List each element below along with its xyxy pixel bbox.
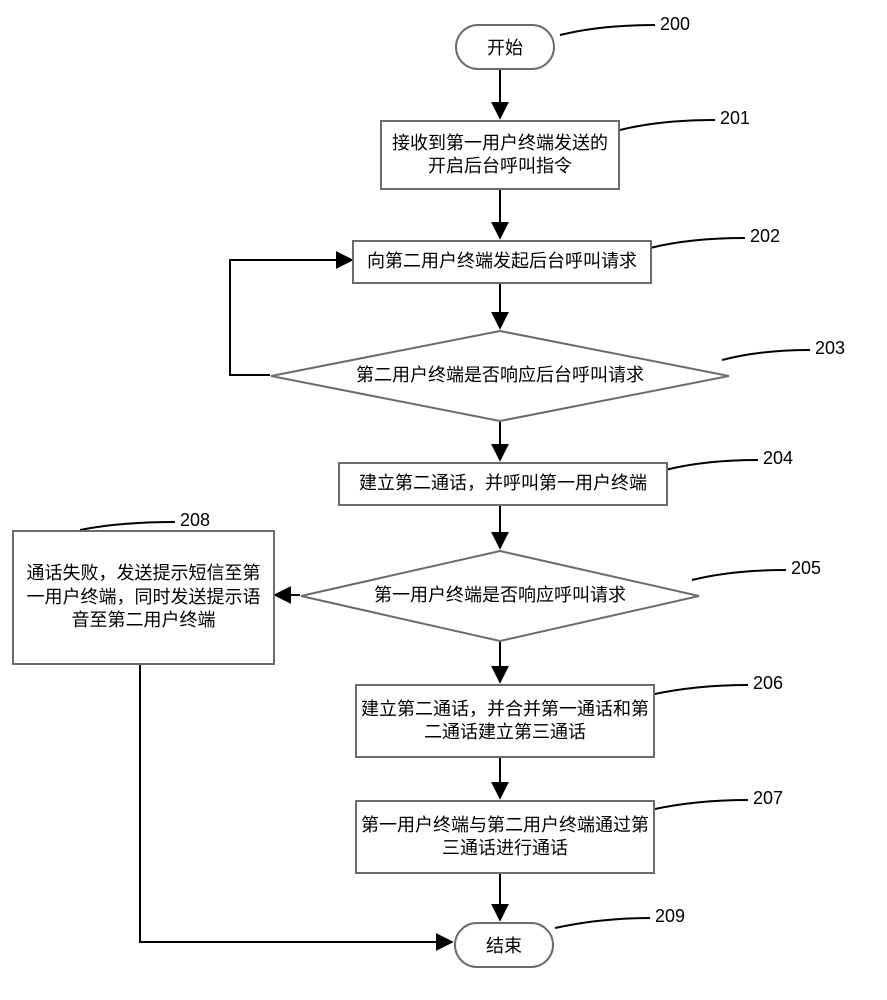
ref-206: 206 (753, 673, 783, 694)
flowchart-canvas: 开始 接收到第一用户终端发送的开启后台呼叫指令 向第二用户终端发起后台呼叫请求 … (0, 0, 887, 1000)
step-202-text: 向第二用户终端发起后台呼叫请求 (367, 250, 637, 273)
end-label: 结束 (486, 932, 522, 958)
ref-204: 204 (763, 448, 793, 469)
ref-201: 201 (720, 108, 750, 129)
ref-209: 209 (655, 906, 685, 927)
decision-205-text: 第一用户终端是否响应呼叫请求 (374, 585, 626, 607)
decision-205: 第一用户终端是否响应呼叫请求 (300, 550, 700, 642)
ref-200: 200 (660, 14, 690, 35)
start-label: 开始 (487, 34, 523, 60)
start-terminator: 开始 (455, 24, 555, 70)
step-208: 通话失败，发送提示短信至第一用户终端，同时发送提示语音至第二用户终端 (12, 530, 275, 665)
step-201: 接收到第一用户终端发送的开启后台呼叫指令 (380, 120, 620, 190)
step-207-text: 第一用户终端与第二用户终端通过第三通话进行通话 (361, 814, 649, 861)
ref-208: 208 (180, 510, 210, 531)
decision-203: 第二用户终端是否响应后台呼叫请求 (270, 330, 730, 422)
decision-203-text: 第二用户终端是否响应后台呼叫请求 (356, 365, 644, 387)
step-208-text: 通话失败，发送提示短信至第一用户终端，同时发送提示语音至第二用户终端 (18, 562, 269, 632)
step-204: 建立第二通话，并呼叫第一用户终端 (338, 462, 668, 506)
step-202: 向第二用户终端发起后台呼叫请求 (352, 240, 652, 284)
end-terminator: 结束 (454, 922, 554, 968)
ref-207: 207 (753, 788, 783, 809)
ref-205: 205 (791, 558, 821, 579)
step-207: 第一用户终端与第二用户终端通过第三通话进行通话 (355, 800, 655, 874)
step-201-text: 接收到第一用户终端发送的开启后台呼叫指令 (386, 132, 614, 179)
step-206-text: 建立第二通话，并合并第一通话和第二通话建立第三通话 (361, 698, 649, 745)
step-204-text: 建立第二通话，并呼叫第一用户终端 (359, 472, 647, 495)
ref-203: 203 (815, 338, 845, 359)
step-206: 建立第二通话，并合并第一通话和第二通话建立第三通话 (355, 684, 655, 758)
ref-202: 202 (750, 226, 780, 247)
